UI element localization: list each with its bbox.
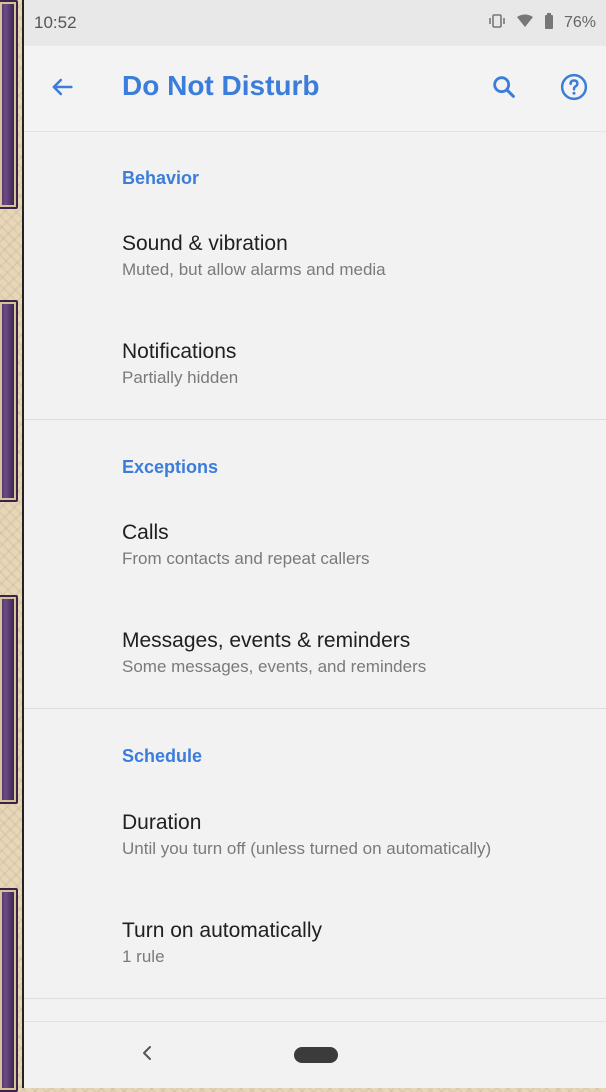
- status-bar: 10:52 76%: [24, 0, 606, 46]
- app-bar: Do Not Disturb: [24, 46, 606, 132]
- section-divider: [24, 708, 606, 709]
- list-item-title: Notifications: [122, 340, 237, 363]
- help-icon: [559, 72, 589, 107]
- list-item-subtitle: Some messages, events, and reminders: [122, 657, 427, 677]
- back-button[interactable]: [42, 69, 82, 109]
- decorative-side-panel: [0, 0, 18, 209]
- page-title: Do Not Disturb: [122, 70, 320, 101]
- list-item-subtitle: From contacts and repeat callers: [122, 549, 370, 569]
- battery-percentage: 76%: [563, 14, 596, 31]
- list-item-calls[interactable]: Calls From contacts and repeat callers: [24, 521, 606, 569]
- decorative-side-panel: [0, 595, 18, 804]
- list-item-title: Turn on automatically: [122, 919, 322, 942]
- section-header-exceptions: Exceptions: [122, 457, 219, 477]
- wifi-icon: [516, 13, 534, 33]
- section-divider: [24, 419, 606, 420]
- section-header-schedule: Schedule: [122, 746, 203, 766]
- search-button[interactable]: [484, 69, 524, 109]
- status-icons: 76%: [488, 12, 596, 34]
- decorative-side-panel: [0, 300, 18, 502]
- settings-list: Behavior Sound & vibration Muted, but al…: [24, 132, 606, 1020]
- chevron-left-icon: [139, 1044, 155, 1067]
- list-item-turn-on-automatically[interactable]: Turn on automatically 1 rule: [24, 919, 606, 967]
- list-item-messages-events-reminders[interactable]: Messages, events & reminders Some messag…: [24, 629, 606, 677]
- list-item-sound-vibration[interactable]: Sound & vibration Muted, but allow alarm…: [24, 232, 606, 280]
- navigation-bar: [24, 1021, 606, 1088]
- list-item-duration[interactable]: Duration Until you turn off (unless turn…: [24, 811, 606, 859]
- decorative-side-panel: [0, 888, 18, 1092]
- help-button[interactable]: [554, 69, 594, 109]
- section-divider: [24, 998, 606, 999]
- list-item-subtitle: Muted, but allow alarms and media: [122, 260, 386, 280]
- list-item-subtitle: Until you turn off (unless turned on aut…: [122, 839, 492, 859]
- list-item-title: Messages, events & reminders: [122, 629, 411, 652]
- battery-icon: [544, 12, 554, 34]
- nav-back-button[interactable]: [132, 1040, 162, 1070]
- vibrate-icon: [488, 13, 506, 34]
- list-item-title: Duration: [122, 811, 202, 834]
- section-header-behavior: Behavior: [122, 168, 200, 188]
- phone-screen: 10:52 76% Do Not Disturb Behavior Sound …: [22, 0, 606, 1088]
- list-item-notifications[interactable]: Notifications Partially hidden: [24, 340, 606, 388]
- status-time: 10:52: [34, 13, 77, 32]
- list-item-subtitle: 1 rule: [122, 947, 165, 967]
- nav-home-button[interactable]: [294, 1047, 338, 1063]
- back-arrow-icon: [48, 73, 76, 106]
- list-item-title: Sound & vibration: [122, 232, 288, 255]
- list-item-subtitle: Partially hidden: [122, 368, 239, 388]
- list-item-title: Calls: [122, 521, 169, 544]
- search-icon: [490, 73, 518, 106]
